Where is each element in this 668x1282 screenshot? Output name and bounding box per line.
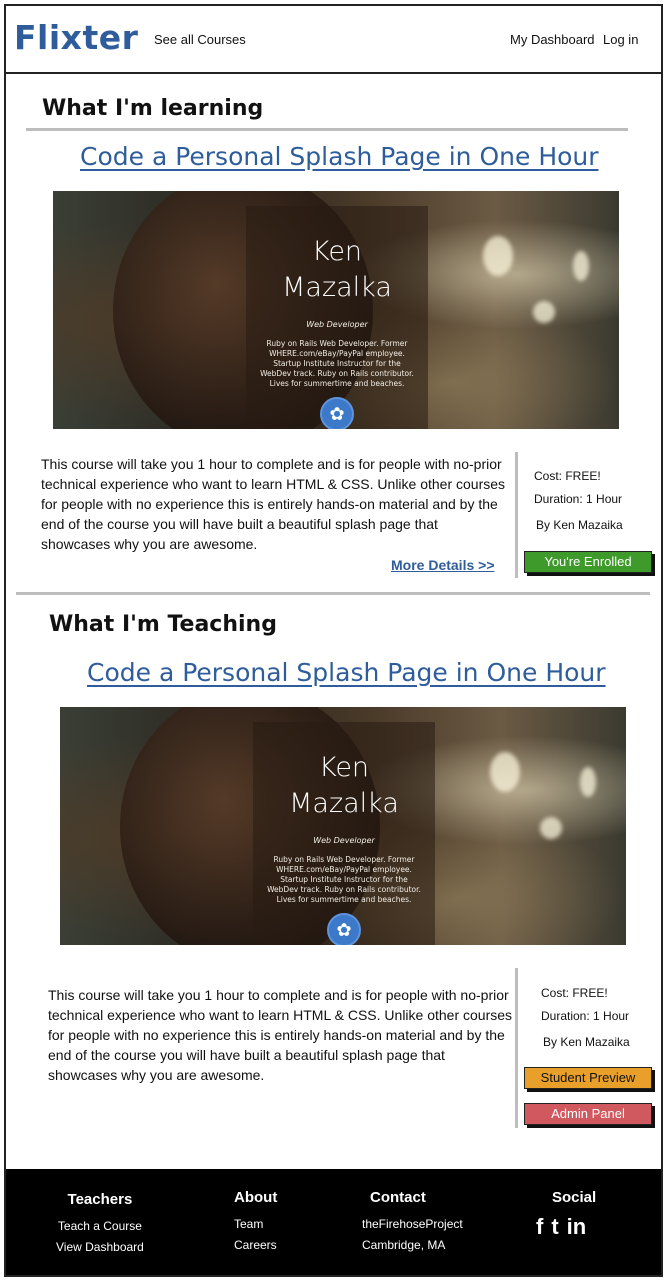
- instructor-name-2: Mazalka: [282, 272, 392, 303]
- learning-author: By Ken Mazaika: [536, 518, 623, 532]
- teaching-course-banner: Ken Mazalka Web Developer Ruby on Rails …: [60, 707, 626, 945]
- footer-teachers: Teachers Teach a Course View Dashboard: [56, 1191, 144, 1258]
- learning-divider: [26, 128, 628, 131]
- learning-heading: What I'm learning: [42, 96, 264, 121]
- team-link[interactable]: Team: [234, 1214, 277, 1235]
- github-icon[interactable]: ✿: [327, 913, 361, 945]
- logo[interactable]: Flixter: [14, 18, 138, 57]
- instructor-role: Web Developer: [306, 320, 368, 329]
- footer-social-heading: Social: [552, 1189, 597, 1206]
- bokeh-light: [490, 752, 520, 792]
- instructor-card: Ken Mazalka Web Developer Ruby on Rails …: [246, 206, 428, 429]
- contact-location: Cambridge, MA: [362, 1238, 446, 1252]
- view-dashboard-link[interactable]: View Dashboard: [56, 1237, 144, 1258]
- student-preview-button[interactable]: Student Preview: [524, 1067, 652, 1089]
- instructor-name-2: Mazalka: [289, 788, 399, 819]
- bokeh-light: [483, 236, 513, 276]
- footer-teachers-heading: Teachers: [67, 1191, 133, 1208]
- footer: Teachers Teach a Course View Dashboard A…: [6, 1169, 661, 1275]
- twitter-icon[interactable]: t: [551, 1214, 558, 1240]
- teaching-heading: What I'm Teaching: [49, 612, 277, 637]
- instructor-bio: Ruby on Rails Web Developer. Former WHER…: [260, 339, 414, 388]
- learning-course-title[interactable]: Code a Personal Splash Page in One Hour: [80, 142, 599, 171]
- instructor-card: Ken Mazalka Web Developer Ruby on Rails …: [253, 722, 435, 945]
- teaching-cost: Cost: FREE!: [541, 986, 608, 1000]
- section-divider: [16, 592, 650, 595]
- instructor-bio: Ruby on Rails Web Developer. Former WHER…: [267, 855, 421, 904]
- enrolled-button[interactable]: You're Enrolled: [524, 551, 652, 573]
- teach-a-course-link[interactable]: Teach a Course: [56, 1216, 144, 1237]
- instructor-name-1: Ken: [318, 752, 370, 783]
- admin-panel-button[interactable]: Admin Panel: [524, 1103, 652, 1125]
- teaching-duration: Duration: 1 Hour: [541, 1009, 630, 1023]
- learning-cost: Cost: FREE!: [534, 469, 601, 483]
- teaching-author: By Ken Mazaika: [543, 1035, 630, 1049]
- learning-duration: Duration: 1 Hour: [534, 492, 623, 506]
- instructor-role: Web Developer: [313, 836, 375, 845]
- footer-contact: Contact theFirehoseProject Cambridge, MA: [362, 1189, 463, 1256]
- footer-social: Social f t in: [536, 1189, 596, 1240]
- learning-course-description: This course will take you 1 hour to comp…: [41, 456, 506, 552]
- page-frame: Flixter See all Courses My Dashboard Log…: [4, 4, 663, 1277]
- teaching-meta-divider: [515, 968, 518, 1128]
- top-nav: Flixter See all Courses My Dashboard Log…: [6, 6, 661, 74]
- bokeh-light: [580, 767, 596, 797]
- contact-company: theFirehoseProject: [362, 1217, 463, 1231]
- learning-meta-divider: [515, 452, 518, 578]
- more-details-link[interactable]: More Details >>: [391, 557, 495, 573]
- bokeh-light: [533, 301, 555, 323]
- linkedin-icon[interactable]: in: [567, 1214, 587, 1240]
- nav-my-dashboard[interactable]: My Dashboard: [510, 32, 595, 47]
- careers-link[interactable]: Careers: [234, 1235, 277, 1256]
- teaching-course-description: This course will take you 1 hour to comp…: [48, 987, 513, 1083]
- footer-about: About Team Careers: [234, 1189, 277, 1256]
- footer-about-heading: About: [234, 1189, 278, 1206]
- github-icon[interactable]: ✿: [320, 397, 354, 429]
- footer-contact-heading: Contact: [370, 1189, 426, 1206]
- facebook-icon[interactable]: f: [536, 1214, 543, 1240]
- bokeh-light: [573, 251, 589, 281]
- teaching-course-title[interactable]: Code a Personal Splash Page in One Hour: [87, 658, 606, 687]
- social-icons: f t in: [536, 1214, 596, 1240]
- nav-log-in[interactable]: Log in: [603, 32, 638, 47]
- nav-see-all-courses[interactable]: See all Courses: [154, 32, 246, 47]
- bokeh-light: [540, 817, 562, 839]
- learning-course-banner: Ken Mazalka Web Developer Ruby on Rails …: [53, 191, 619, 429]
- instructor-name-1: Ken: [311, 236, 363, 267]
